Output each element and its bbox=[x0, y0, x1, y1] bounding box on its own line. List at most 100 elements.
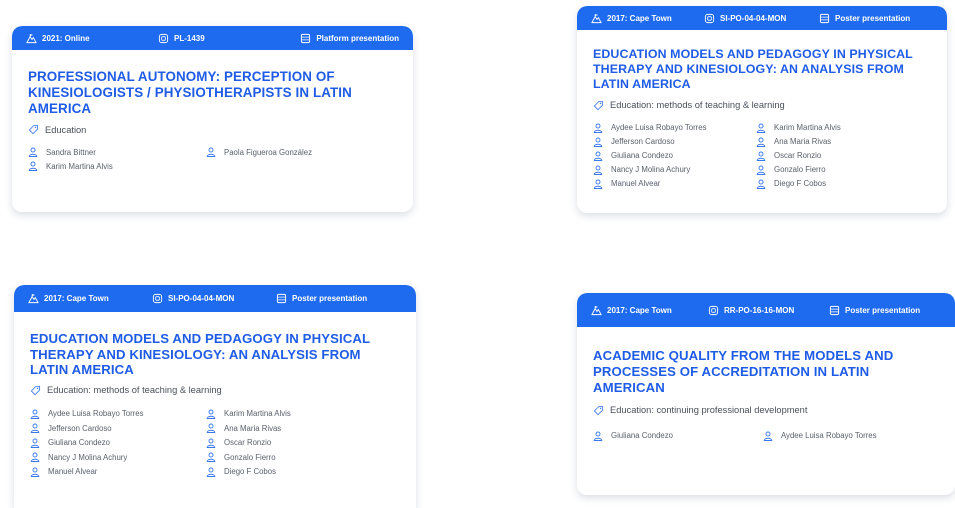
author-item[interactable]: Manuel Alvear bbox=[593, 179, 756, 189]
author-item[interactable]: Gonzalo Fierro bbox=[206, 452, 366, 463]
tag-code-icon bbox=[158, 33, 169, 44]
author-name: Diego F Cobos bbox=[224, 467, 277, 477]
mountain-icon bbox=[26, 33, 37, 44]
person-icon bbox=[30, 438, 40, 448]
person-icon bbox=[593, 165, 603, 175]
author-item[interactable]: Manuel Alvear bbox=[30, 467, 206, 477]
topic-tag[interactable]: Education: methods of teaching & learnin… bbox=[593, 100, 931, 111]
author-name: Aydee Luisa Robayo Torres bbox=[611, 123, 707, 133]
author-item[interactable]: Jefferson Cardoso bbox=[593, 137, 756, 147]
card-title[interactable]: ACADEMIC QUALITY FROM THE MODELS AND PRO… bbox=[593, 348, 913, 397]
author-item[interactable]: Aydee Luisa Robayo Torres bbox=[30, 409, 206, 419]
person-icon bbox=[756, 123, 766, 133]
author-item[interactable]: Jefferson Cardoso bbox=[30, 423, 206, 434]
author-item[interactable]: Aydee Luisa Robayo Torres bbox=[763, 431, 943, 441]
author-item[interactable]: Nancy J Molina Achury bbox=[593, 165, 756, 175]
code-item: SI-PO-04-04-MON bbox=[704, 13, 819, 24]
author-item[interactable]: Karim Martina Alvis bbox=[756, 123, 906, 133]
author-name: Giuliana Condezo bbox=[611, 431, 673, 441]
topic-tag[interactable]: Education: continuing professional devel… bbox=[593, 405, 939, 416]
authors-list: Aydee Luisa Robayo Torres Karim Martina … bbox=[593, 123, 931, 189]
author-item[interactable]: Diego F Cobos bbox=[756, 179, 906, 189]
author-name: Nancy J Molina Achury bbox=[611, 165, 691, 175]
author-item[interactable]: Gonzalo Fierro bbox=[756, 165, 906, 175]
person-icon bbox=[206, 423, 216, 434]
author-name: Paola Figueroa González bbox=[224, 147, 312, 157]
person-icon bbox=[206, 452, 216, 463]
code-item: PL-1439 bbox=[158, 33, 278, 44]
mountain-icon bbox=[591, 305, 602, 316]
person-icon bbox=[206, 467, 216, 477]
topic-label: Education: methods of teaching & learnin… bbox=[610, 100, 785, 111]
topic-label: Education bbox=[45, 124, 87, 135]
person-icon bbox=[763, 431, 773, 441]
card-title[interactable]: PROFESSIONAL AUTONOMY: PERCEPTION OF KIN… bbox=[28, 69, 397, 116]
abstract-card[interactable]: 2017: Cape Town RR-PO-16-16-MON Poster p… bbox=[577, 293, 955, 495]
author-name: Karim Martina Alvis bbox=[46, 161, 113, 171]
person-icon bbox=[593, 137, 603, 147]
author-name: Jefferson Cardoso bbox=[611, 137, 675, 147]
person-icon bbox=[756, 165, 766, 175]
presentation-icon bbox=[819, 13, 830, 24]
abstract-card[interactable]: 2017: Cape Town SI-PO-04-04-MON Poster p… bbox=[577, 6, 947, 213]
person-icon bbox=[30, 467, 40, 477]
person-icon bbox=[756, 137, 766, 147]
tag-code-icon bbox=[708, 305, 719, 316]
author-name: Sandra Bittner bbox=[46, 147, 96, 157]
type-label: Poster presentation bbox=[835, 13, 911, 23]
person-icon bbox=[28, 161, 38, 172]
author-item[interactable]: Ana Maria Rivas bbox=[206, 423, 366, 434]
tag-icon bbox=[30, 385, 41, 396]
type-item: Poster presentation bbox=[276, 293, 367, 304]
author-name: Diego F Cobos bbox=[774, 179, 827, 189]
type-item: Poster presentation bbox=[829, 305, 920, 316]
author-item[interactable]: Giuliana Condezo bbox=[593, 151, 756, 161]
author-item[interactable]: Oscar Ronzio bbox=[756, 151, 906, 161]
tag-code-icon bbox=[704, 13, 715, 24]
card-body: PROFESSIONAL AUTONOMY: PERCEPTION OF KIN… bbox=[12, 50, 413, 181]
abstract-card[interactable]: 2021: Online PL-1439 Platform presentati… bbox=[12, 26, 413, 212]
person-icon bbox=[30, 423, 40, 434]
tag-icon bbox=[593, 405, 604, 416]
presentation-icon bbox=[829, 305, 840, 316]
type-label: Poster presentation bbox=[292, 294, 368, 303]
author-item[interactable]: Karim Martina Alvis bbox=[206, 409, 366, 419]
author-item[interactable]: Diego F Cobos bbox=[206, 467, 366, 477]
type-item: Platform presentation bbox=[300, 33, 399, 44]
person-icon bbox=[30, 452, 40, 463]
topic-tag[interactable]: Education bbox=[28, 124, 397, 135]
location-item: 2017: Cape Town bbox=[28, 293, 152, 304]
author-name: Aydee Luisa Robayo Torres bbox=[781, 431, 877, 441]
location-item: 2021: Online bbox=[26, 33, 158, 44]
author-item[interactable]: Ana Maria Rivas bbox=[756, 137, 906, 147]
author-item[interactable]: Giuliana Condezo bbox=[30, 438, 206, 448]
card-title[interactable]: EDUCATION MODELS AND PEDAGOGY IN PHYSICA… bbox=[30, 331, 400, 378]
card-title[interactable]: EDUCATION MODELS AND PEDAGOGY IN PHYSICA… bbox=[593, 47, 931, 93]
author-item[interactable]: Karim Martina Alvis bbox=[28, 161, 206, 172]
type-label: Platform presentation bbox=[316, 33, 399, 43]
topic-label: Education: methods of teaching & learnin… bbox=[47, 385, 222, 396]
location-label: 2017: Cape Town bbox=[607, 305, 672, 315]
author-name: Gonzalo Fierro bbox=[224, 452, 276, 462]
tag-icon bbox=[28, 124, 39, 135]
author-item[interactable]: Oscar Ronzio bbox=[206, 438, 366, 448]
abstract-card[interactable]: 2017: Cape Town SI-PO-04-04-MON Poster p… bbox=[14, 285, 416, 508]
person-icon bbox=[30, 409, 40, 419]
author-item[interactable]: Nancy J Molina Achury bbox=[30, 452, 206, 463]
code-item: RR-PO-16-16-MON bbox=[708, 305, 829, 316]
person-icon bbox=[756, 179, 766, 189]
author-item[interactable]: Aydee Luisa Robayo Torres bbox=[593, 123, 756, 133]
card-header: 2017: Cape Town SI-PO-04-04-MON Poster p… bbox=[577, 6, 947, 30]
person-icon bbox=[593, 179, 603, 189]
presentation-icon bbox=[300, 33, 311, 44]
author-item[interactable]: Sandra Bittner bbox=[28, 147, 206, 158]
type-label: Poster presentation bbox=[845, 305, 921, 315]
topic-tag[interactable]: Education: methods of teaching & learnin… bbox=[30, 385, 400, 396]
card-body: EDUCATION MODELS AND PEDAGOGY IN PHYSICA… bbox=[577, 30, 947, 199]
author-item[interactable]: Giuliana Condezo bbox=[593, 431, 763, 441]
author-item[interactable]: Paola Figueroa González bbox=[206, 147, 406, 158]
mountain-icon bbox=[28, 293, 39, 304]
author-name: Karim Martina Alvis bbox=[224, 409, 291, 419]
person-icon bbox=[593, 431, 603, 441]
card-header: 2021: Online PL-1439 Platform presentati… bbox=[12, 26, 413, 50]
